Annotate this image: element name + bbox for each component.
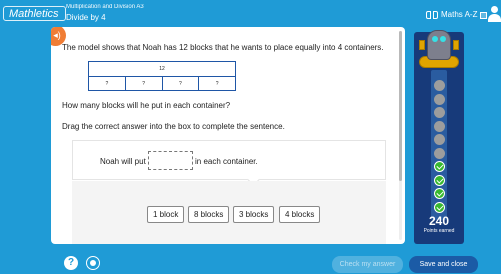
choice-3-blocks[interactable]: 3 blocks	[233, 206, 275, 223]
maths-az-label: Maths A-Z	[441, 10, 478, 19]
mathletics-logo[interactable]: Mathletics	[3, 6, 66, 21]
answer-choices: 1 block 8 blocks 3 blocks 4 blocks	[72, 181, 386, 244]
choice-8-blocks[interactable]: 8 blocks	[188, 206, 230, 223]
activity-title: Divide by 4	[66, 13, 106, 22]
scrollbar[interactable]	[399, 31, 402, 240]
answer-drop-zone[interactable]	[148, 151, 193, 170]
robot-avatar-icon	[427, 30, 451, 60]
progress-tower: 240 Points earned	[414, 30, 464, 244]
external-link-icon	[480, 11, 488, 19]
check-answer-button[interactable]: Check my answer	[332, 256, 403, 273]
progress-dot-pending	[434, 134, 445, 145]
bar-model: 12 ? ? ? ?	[88, 61, 236, 91]
progress-dot-complete	[434, 201, 445, 213]
sentence-end: in each container.	[195, 157, 258, 166]
scrollbar-thumb[interactable]	[399, 31, 402, 181]
progress-dot-complete	[434, 161, 445, 172]
instruction-text: Drag the correct answer into the box to …	[62, 122, 285, 131]
choice-1-block[interactable]: 1 block	[147, 206, 185, 223]
breadcrumb-course: Multiplication and Division A3	[66, 4, 144, 10]
points-display: 240 Points earned	[414, 215, 464, 235]
progress-dot-pending	[434, 120, 445, 132]
save-and-close-button[interactable]: Save and close	[409, 256, 478, 273]
answer-card: Noah will put in each container.	[72, 140, 386, 186]
bar-model-total: 12	[89, 62, 235, 77]
maths-az-button[interactable]: Maths A-Z	[424, 8, 489, 22]
bar-model-part: ?	[89, 77, 126, 91]
progress-dot-pending	[434, 93, 445, 105]
bar-model-part: ?	[215, 81, 219, 87]
progress-dot-pending	[434, 147, 445, 159]
book-icon	[426, 10, 438, 20]
choice-4-blocks[interactable]: 4 blocks	[279, 206, 321, 223]
help-button[interactable]: ?	[64, 256, 78, 270]
progress-dot-complete	[434, 188, 445, 199]
points-value: 240	[428, 214, 450, 228]
progress-dot-pending	[434, 107, 445, 118]
question-text: The model shows that Noah has 12 blocks …	[62, 43, 384, 52]
question-prompt: How many blocks will he put in each cont…	[62, 101, 231, 110]
bar-model-part: ?	[126, 77, 163, 91]
points-label: Points earned	[423, 228, 455, 234]
sentence-start: Noah will put	[100, 157, 146, 166]
robot-ear	[453, 40, 459, 50]
progress-dot-pending	[434, 80, 445, 91]
top-bar: Mathletics Multiplication and Division A…	[0, 0, 501, 26]
user-icon[interactable]	[488, 6, 501, 22]
record-icon[interactable]	[86, 256, 100, 270]
question-panel: ◂) The model shows that Noah has 12 bloc…	[51, 27, 405, 244]
bar-model-part: ?	[163, 77, 200, 91]
robot-ear	[419, 40, 425, 50]
breadcrumb: Multiplication and Division A3 Divide by…	[66, 3, 144, 22]
progress-dot-complete	[434, 174, 445, 186]
